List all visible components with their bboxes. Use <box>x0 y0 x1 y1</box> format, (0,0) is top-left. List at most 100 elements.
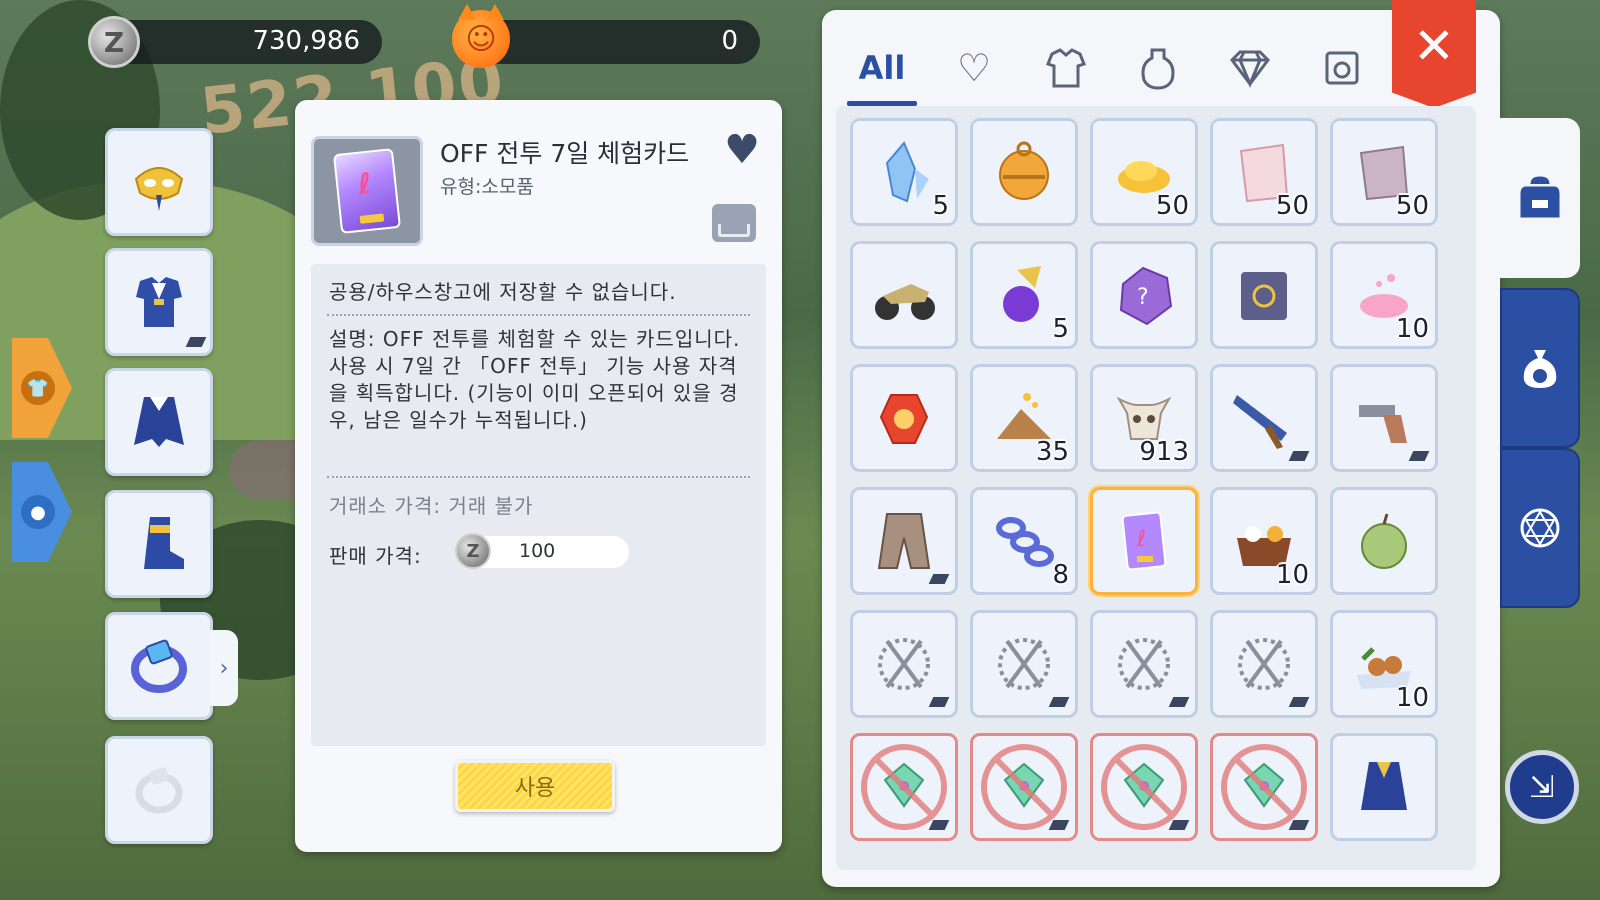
golden-bell-icon <box>999 141 1049 200</box>
inventory-slot[interactable] <box>1210 364 1318 472</box>
shirt-icon: 👕 <box>21 371 55 405</box>
rifle-icon <box>1233 395 1287 449</box>
inventory-slot[interactable] <box>1090 610 1198 718</box>
golden-mask-icon <box>134 167 184 211</box>
tab-consumables[interactable] <box>1118 30 1198 106</box>
inventory-slot[interactable]: 10 <box>1210 487 1318 595</box>
close-icon: ✕ <box>1413 17 1455 75</box>
inventory-slot[interactable]: 913 <box>1090 364 1198 472</box>
purple-potion-icon <box>1003 266 1041 322</box>
item-count: 10 <box>1275 560 1309 590</box>
inventory-slot[interactable] <box>1090 733 1198 841</box>
inventory-slot[interactable] <box>1330 364 1438 472</box>
use-button[interactable]: 사용 <box>455 760 615 812</box>
no-entry-icon <box>1221 744 1307 830</box>
inventory-slot[interactable]: 10 <box>1330 610 1438 718</box>
item-count: 8 <box>1052 560 1069 590</box>
card-icon <box>1325 51 1359 85</box>
magic-circle-icon <box>1520 508 1560 548</box>
zeny-amount: 730,986 <box>252 26 360 56</box>
inventory-slot[interactable] <box>850 364 958 472</box>
armor-icon <box>1046 48 1086 88</box>
inventory-slot[interactable]: 10 <box>1330 241 1438 349</box>
inventory-slot[interactable] <box>1210 241 1318 349</box>
equip-slot-accessory[interactable] <box>105 612 213 720</box>
tab-materials[interactable] <box>1210 30 1290 106</box>
item-count: 50 <box>1155 191 1189 221</box>
side-tab-inventory[interactable] <box>1500 118 1580 278</box>
inventory-slot[interactable]: 35 <box>970 364 1078 472</box>
item-count: 913 <box>1139 437 1189 467</box>
close-button[interactable]: ✕ <box>1392 0 1476 108</box>
coat-icon <box>877 513 931 569</box>
potion-icon <box>1141 48 1175 90</box>
item-count: 10 <box>1395 314 1429 344</box>
album-icon <box>1241 272 1287 320</box>
inventory-slot[interactable]: 8 <box>970 487 1078 595</box>
backpack-icon <box>1520 176 1560 218</box>
no-entry-icon <box>861 744 947 830</box>
tab-equipment[interactable] <box>1026 30 1106 106</box>
favorite-heart-button[interactable]: ♥ <box>724 130 760 170</box>
cat-coin-currency-bar: ☺ 0 <box>452 4 760 68</box>
inventory-slot[interactable] <box>970 610 1078 718</box>
item-count: 50 <box>1395 191 1429 221</box>
equip-slot-accessory-empty[interactable] <box>105 736 213 844</box>
bound-tag-icon <box>185 337 207 347</box>
inventory-slot[interactable]: 50 <box>1330 118 1438 226</box>
mystery-stone-icon: ? <box>1119 266 1173 326</box>
inventory-slot[interactable] <box>1210 733 1318 841</box>
tab-all[interactable]: All <box>842 30 922 106</box>
no-entry-icon <box>981 744 1067 830</box>
blue-crystal-icon <box>885 141 929 203</box>
equip-slot-shoes[interactable] <box>105 490 213 598</box>
storage-tray-button[interactable] <box>712 204 756 242</box>
equip-slot-headgear[interactable] <box>105 128 213 236</box>
bound-tag-icon <box>928 820 950 830</box>
equip-slot-garment[interactable] <box>105 368 213 476</box>
inventory-slot[interactable] <box>850 241 958 349</box>
inventory-slot[interactable] <box>850 610 958 718</box>
bound-tag-icon <box>1408 451 1430 461</box>
inventory-slot[interactable]: 50 <box>1210 118 1318 226</box>
tab-all-label: All <box>858 49 906 87</box>
costume-toggle-button[interactable]: 👕 <box>12 338 72 438</box>
side-tab-magic[interactable] <box>1500 448 1580 608</box>
chevron-right-icon: › <box>219 655 229 681</box>
side-tab-zeny-storage[interactable] <box>1500 288 1580 448</box>
ring-outline-icon <box>135 767 183 814</box>
inventory-slot[interactable] <box>850 733 958 841</box>
inventory-slot[interactable] <box>1330 733 1438 841</box>
inventory-slot[interactable] <box>850 487 958 595</box>
item-description: 설명: OFF 전투를 체험할 수 있는 카드입니다. 사용 시 7일 간 「O… <box>329 327 741 432</box>
inventory-slot[interactable] <box>970 118 1078 226</box>
storage-warning-text: 공용/하우스창고에 저장할 수 없습니다. <box>329 280 677 304</box>
blue-vest-icon <box>1361 762 1407 810</box>
inventory-slot[interactable]: 5 <box>970 241 1078 349</box>
svg-text:?: ? <box>1137 285 1149 310</box>
inventory-slot[interactable]: 5 <box>850 118 958 226</box>
inventory-slot[interactable] <box>1210 610 1318 718</box>
divider <box>327 476 750 478</box>
inventory-slot[interactable] <box>1330 487 1438 595</box>
item-detail-body: 공용/하우스창고에 저장할 수 없습니다. 설명: OFF 전투를 체험할 수 … <box>311 264 766 746</box>
no-entry-icon <box>1101 744 1187 830</box>
item-detail-panel: ℓ OFF 전투 7일 체험카드 유형:소모품 ♥ 공용/하우스창고에 저장할 … <box>295 100 782 852</box>
minimize-button[interactable]: ⇲ <box>1505 750 1579 824</box>
inventory-slot[interactable]: 50 <box>1090 118 1198 226</box>
zeny-coin-icon: Z <box>455 533 491 569</box>
inventory-slot[interactable]: ℓ <box>1090 487 1198 595</box>
sell-price-label: 판매 가격: <box>329 544 422 568</box>
character-toggle-button[interactable]: ● <box>12 462 72 562</box>
cat-coin-amount: 0 <box>721 26 738 56</box>
equipment-expand-button[interactable]: › <box>210 630 238 706</box>
inventory-slot[interactable] <box>970 733 1078 841</box>
equip-slot-armor[interactable] <box>105 248 213 356</box>
item-type: 유형:소모품 <box>440 176 534 198</box>
tab-favorites[interactable]: ♡ <box>934 30 1014 106</box>
zeny-bag-icon <box>1523 350 1557 388</box>
rosary-icon <box>878 638 930 690</box>
inventory-slot[interactable]: ? <box>1090 241 1198 349</box>
revolver-icon <box>1359 405 1407 443</box>
tab-cards[interactable] <box>1302 30 1382 106</box>
